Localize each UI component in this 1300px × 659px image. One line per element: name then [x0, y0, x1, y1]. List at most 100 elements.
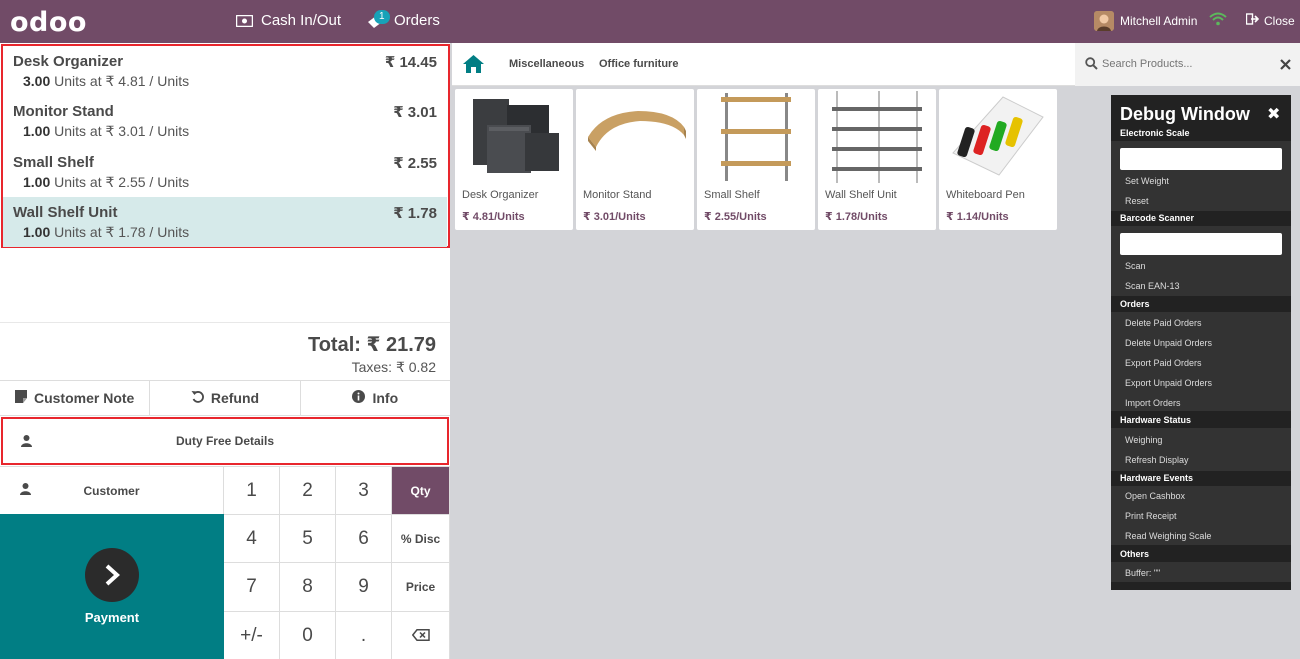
export-paid-orders-link[interactable]: Export Paid Orders [1125, 358, 1202, 368]
home-icon[interactable] [463, 55, 484, 78]
product-card[interactable]: Monitor Stand ₹ 3.01/Units [576, 89, 694, 230]
barcode-input[interactable] [1120, 233, 1282, 255]
order-line-qty: 1.00 [23, 224, 51, 240]
numpad-qty-mode[interactable]: Qty [392, 466, 450, 514]
export-unpaid-orders-link[interactable]: Export Unpaid Orders [1125, 378, 1212, 388]
debug-section-orders: Orders [1120, 299, 1150, 309]
order-panel: Desk Organizer ₹ 14.45 3.00 Units at ₹ 4… [0, 43, 450, 659]
numpad-key-2[interactable]: 2 [280, 466, 336, 514]
product-card[interactable]: Whiteboard Pen ₹ 1.14/Units [939, 89, 1057, 230]
duty-free-details-button[interactable]: Duty Free Details [1, 417, 449, 465]
order-lines: Desk Organizer ₹ 14.45 3.00 Units at ₹ 4… [0, 43, 450, 323]
close-label: Close [1264, 13, 1295, 28]
product-price: ₹ 3.01/Units [583, 211, 646, 223]
customer-note-label: Customer Note [33, 390, 135, 406]
category-miscellaneous[interactable]: Miscellaneous [509, 58, 584, 70]
search-icon [1085, 57, 1098, 75]
product-card[interactable]: Small Shelf ₹ 2.55/Units [697, 89, 815, 230]
numpad-price-mode[interactable]: Price [392, 562, 450, 611]
numpad-key-6[interactable]: 6 [336, 514, 392, 562]
ticket-icon: 1 [366, 9, 390, 28]
weighing-link[interactable]: Weighing [1125, 435, 1162, 445]
category-office-furniture[interactable]: Office furniture [599, 58, 678, 70]
customer-button[interactable]: Customer [0, 466, 224, 514]
payment-label: Payment [84, 610, 140, 625]
numpad-disc-mode[interactable]: % Disc [392, 514, 450, 562]
wifi-icon[interactable] [1209, 12, 1227, 31]
orders-label: Orders [394, 12, 440, 29]
product-card[interactable]: Wall Shelf Unit ₹ 1.78/Units [818, 89, 936, 230]
numpad-backspace[interactable] [392, 611, 450, 659]
order-line-unit: Units at ₹ 1.78 / Units [50, 224, 190, 240]
product-name: Monitor Stand [583, 189, 652, 201]
user-menu[interactable]: Mitchell Admin [1094, 11, 1197, 31]
order-line-product: Small Shelf [13, 154, 94, 171]
refresh-display-link[interactable]: Refresh Display [1125, 455, 1189, 465]
numpad-key-3[interactable]: 3 [336, 466, 392, 514]
order-line-qty: 3.00 [23, 73, 51, 89]
order-line-price: ₹ 2.55 [393, 155, 437, 172]
order-line-info: 1.00 Units at ₹ 2.55 / Units [23, 174, 189, 191]
product-card[interactable]: Desk Organizer ₹ 4.81/Units [455, 89, 573, 230]
numpad-key-1[interactable]: 1 [224, 466, 280, 514]
user-icon [20, 483, 31, 498]
order-line[interactable]: Desk Organizer ₹ 14.45 3.00 Units at ₹ 4… [3, 46, 447, 96]
payment-button[interactable]: Payment [0, 514, 224, 659]
order-line[interactable]: Small Shelf ₹ 2.55 1.00 Units at ₹ 2.55 … [3, 147, 447, 197]
order-line-selected[interactable]: Wall Shelf Unit ₹ 1.78 1.00 Units at ₹ 1… [3, 197, 447, 247]
print-receipt-link[interactable]: Print Receipt [1125, 511, 1177, 521]
duty-free-label: Duty Free Details [175, 434, 275, 448]
refund-button[interactable]: Refund [150, 381, 301, 415]
product-image-whiteboard-pen [943, 91, 1053, 183]
numpad-key-5[interactable]: 5 [280, 514, 336, 562]
product-price: ₹ 1.14/Units [946, 211, 1009, 223]
odoo-logo: odoo [10, 7, 87, 38]
orders-button[interactable]: 1 Orders [366, 9, 440, 29]
import-orders-link[interactable]: Import Orders [1125, 398, 1181, 408]
numpad-key-7[interactable]: 7 [224, 562, 280, 611]
numpad-key-0[interactable]: 0 [280, 611, 336, 659]
order-line-product: Desk Organizer [13, 53, 124, 70]
numpad-key-4[interactable]: 4 [224, 514, 280, 562]
numpad-key-8[interactable]: 8 [280, 562, 336, 611]
close-button[interactable]: Close [1245, 13, 1295, 28]
reset-link[interactable]: Reset [1125, 196, 1149, 206]
scan-link[interactable]: Scan [1125, 261, 1146, 271]
numpad-key-9[interactable]: 9 [336, 562, 392, 611]
numpad-plus-minus[interactable]: +/- [224, 611, 280, 659]
order-line[interactable]: Monitor Stand ₹ 3.01 1.00 Units at ₹ 3.0… [3, 96, 447, 146]
delete-paid-orders-link[interactable]: Delete Paid Orders [1125, 318, 1202, 328]
search-bar [1075, 43, 1300, 86]
order-line-info: 1.00 Units at ₹ 1.78 / Units [23, 224, 189, 241]
delete-unpaid-orders-link[interactable]: Delete Unpaid Orders [1125, 338, 1212, 348]
scan-ean13-link[interactable]: Scan EAN-13 [1125, 281, 1180, 291]
debug-section-electronic-scale: Electronic Scale [1120, 128, 1190, 138]
product-image-wall-shelf-unit [822, 91, 932, 183]
user-name: Mitchell Admin [1120, 14, 1198, 28]
order-line-info: 3.00 Units at ₹ 4.81 / Units [23, 73, 189, 90]
order-line-unit: Units at ₹ 3.01 / Units [50, 123, 190, 139]
customer-label: Customer [83, 483, 140, 498]
order-line-qty: 1.00 [23, 123, 51, 139]
user-icon [21, 435, 32, 450]
debug-section-barcode-scanner: Barcode Scanner [1120, 213, 1195, 223]
order-line-price: ₹ 14.45 [384, 54, 437, 71]
product-image-monitor-stand [580, 91, 690, 183]
backspace-icon [411, 625, 430, 647]
user-avatar [1094, 11, 1114, 31]
order-line-qty: 1.00 [23, 174, 51, 190]
debug-section-hardware-status: Hardware Status [1120, 415, 1192, 425]
read-weighing-scale-link[interactable]: Read Weighing Scale [1125, 531, 1211, 541]
info-button[interactable]: Info [301, 381, 450, 415]
product-name: Desk Organizer [462, 189, 539, 201]
open-cashbox-link[interactable]: Open Cashbox [1125, 491, 1185, 501]
clear-search-icon[interactable] [1280, 57, 1291, 75]
close-icon[interactable]: ✖ [1267, 104, 1280, 124]
cash-in-out-button[interactable]: Cash In/Out [236, 12, 341, 29]
numpad-decimal[interactable]: . [336, 611, 392, 659]
order-taxes: Taxes: ₹ 0.82 [351, 359, 436, 375]
search-input[interactable] [1102, 55, 1262, 73]
set-weight-link[interactable]: Set Weight [1125, 176, 1169, 186]
customer-note-button[interactable]: Customer Note [0, 381, 151, 415]
weight-input[interactable] [1120, 148, 1282, 170]
